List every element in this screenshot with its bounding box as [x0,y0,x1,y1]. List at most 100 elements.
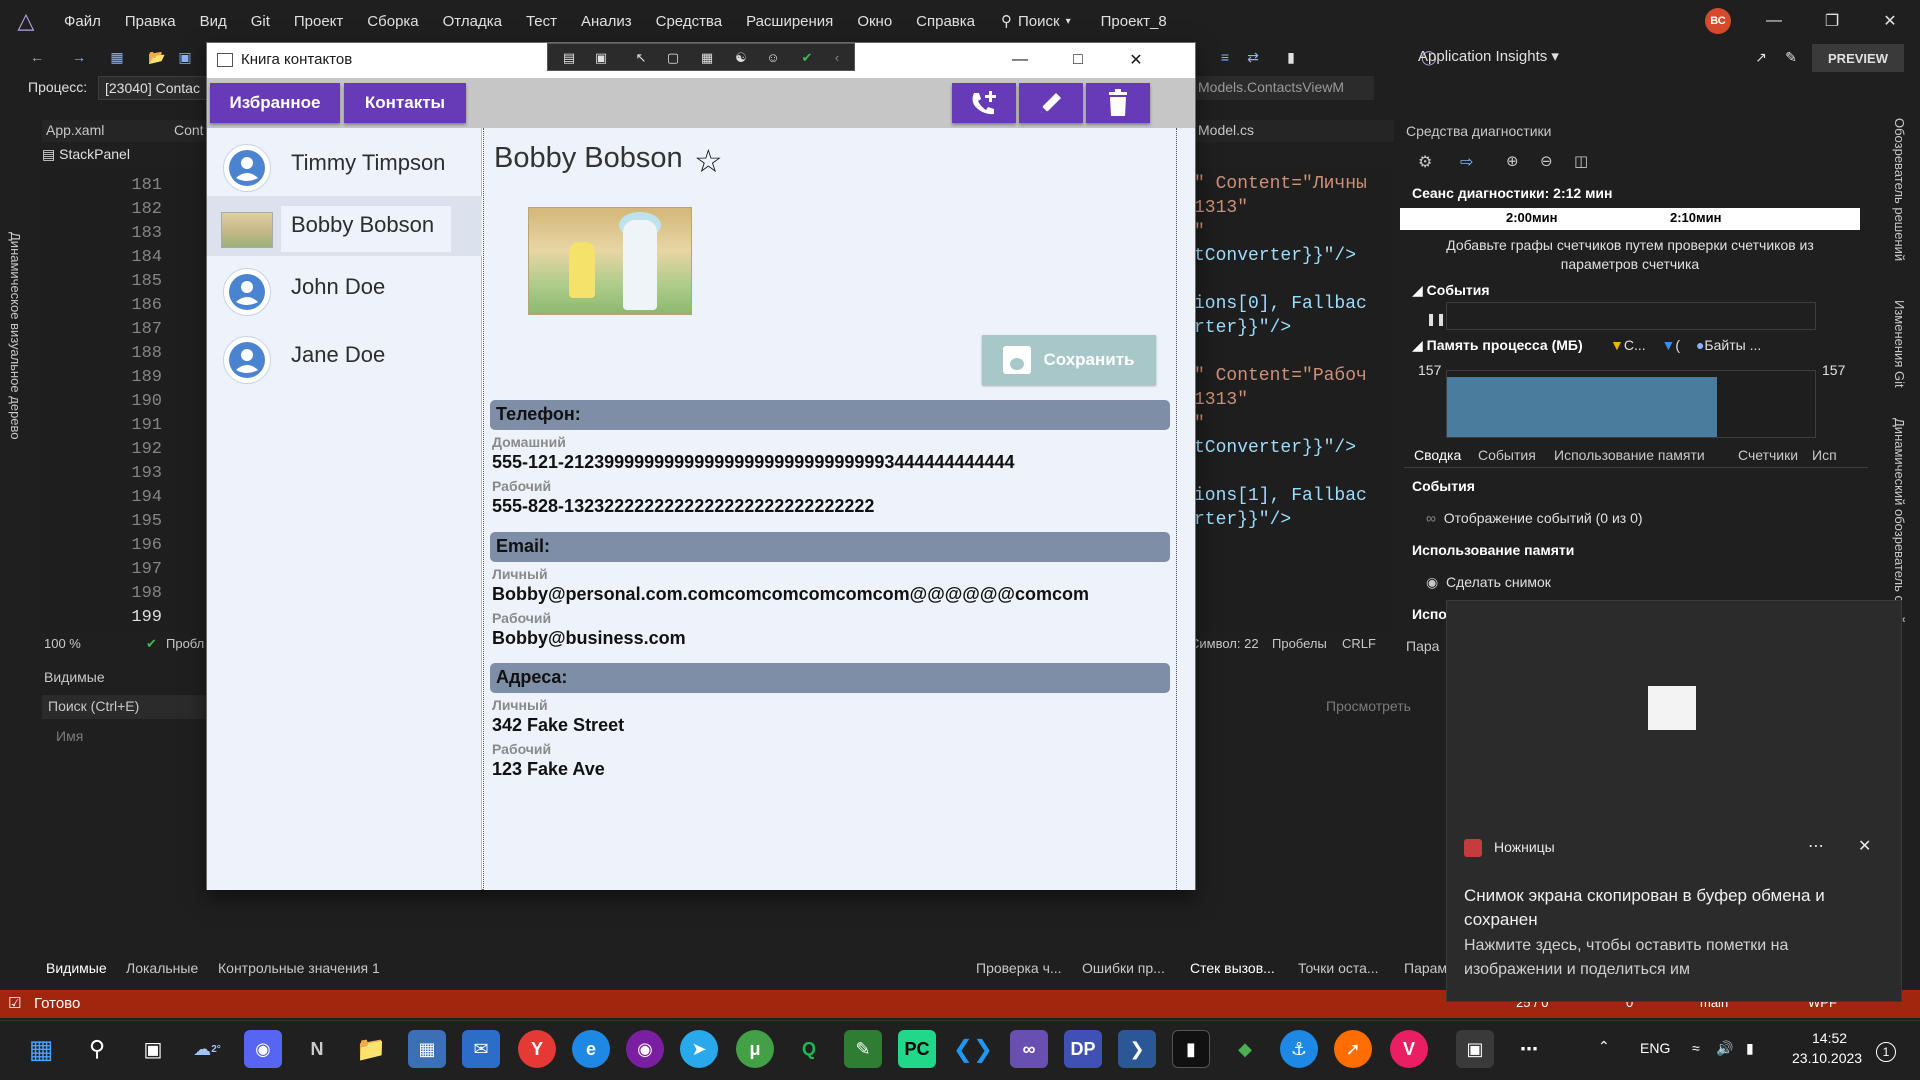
visual-studio-logo-icon[interactable]: △ [0,0,52,42]
restore-icon[interactable]: ❐ [1804,0,1860,42]
menu-test[interactable]: Тест [514,13,569,30]
align-icon[interactable]: ≡ [1216,48,1234,66]
paint-icon[interactable]: ✎ [844,1030,882,1068]
view-button[interactable]: Просмотреть [1326,698,1411,714]
code-editor[interactable]: " Content="Личны 1313" " tConverter}}"/>… [1194,170,1394,630]
close-icon[interactable]: ✕ [1107,43,1165,77]
visual-studio-preview-icon[interactable]: ∞ [1010,1030,1048,1068]
show-events-link[interactable]: ∞ Отображение событий (0 из 0) [1426,510,1643,526]
zoom-dropdown[interactable]: 100 % [44,636,81,651]
mail-icon[interactable]: ✉ [462,1030,500,1068]
memory-section[interactable]: ◢ Память процесса (МБ) [1412,337,1583,354]
clock-date[interactable]: 23.10.2023 [1792,1050,1862,1066]
application-insights-dropdown[interactable]: Application Insights ▾ [1418,47,1559,65]
clock-time[interactable]: 14:52 [1812,1030,1847,1046]
tab-call-stack[interactable]: Стек вызов... [1190,960,1275,976]
docker-icon[interactable]: ⚓ [1280,1030,1318,1068]
battery-icon[interactable]: ▮ [1746,1040,1754,1057]
screenshot-preview[interactable] [1648,686,1696,730]
select-element-icon[interactable]: ↖ [632,49,650,67]
track-focus-icon[interactable]: ▦ [698,49,716,67]
favorites-button[interactable]: Избранное [210,83,340,123]
wifi-icon[interactable]: ≈ [1692,1040,1700,1056]
close-icon[interactable]: ✕ [1862,0,1918,42]
feedback-icon[interactable]: ✎ [1782,48,1800,66]
postman-icon[interactable]: ➚ [1334,1030,1372,1068]
menu-window[interactable]: Окно [845,13,904,30]
avatar[interactable]: ВС [1705,8,1731,34]
accessibility-icon[interactable]: ☺ [764,49,782,67]
menu-project[interactable]: Проект [282,13,355,30]
search-icon[interactable]: ⚲ [78,1030,116,1068]
tab-params[interactable]: Парам [1404,960,1447,976]
task-view-icon[interactable]: ▣ [134,1030,172,1068]
git-changes-tab[interactable]: Изменения Git [1892,300,1907,388]
yandex-browser-icon[interactable]: Y [518,1030,556,1068]
menu-build[interactable]: Сборка [355,13,430,30]
utorrent-icon[interactable]: μ [736,1030,774,1068]
weather-icon[interactable]: ☁ 2° [188,1030,226,1068]
solution-explorer-tab[interactable]: Обозреватель решений [1892,118,1907,261]
whitespace-mode[interactable]: Пробелы [1272,636,1327,651]
file-explorer-icon[interactable]: 📁 [352,1030,390,1068]
tab-locals[interactable]: Локальные [126,960,198,976]
menu-debug[interactable]: Отладка [431,13,514,30]
tab-app-xaml[interactable]: App.xaml [46,122,104,138]
menu-analyze[interactable]: Анализ [569,13,644,30]
binding-failures-icon[interactable]: ☯ [732,49,750,67]
new-project-icon[interactable]: ▦ [108,48,126,66]
forward-icon[interactable]: → [70,48,88,66]
search-input[interactable]: Поиск (Ctrl+E) [42,695,212,719]
git-extensions-icon[interactable]: ◆ [1226,1030,1264,1068]
notification-badge[interactable]: 1 [1876,1042,1896,1062]
favorite-star-icon[interactable]: ☆ [694,142,723,180]
zoom-in-icon[interactable]: ⊕ [1506,152,1519,170]
menu-view[interactable]: Вид [188,13,239,30]
telegram-icon[interactable]: ➤ [680,1030,718,1068]
edge-icon[interactable]: e [572,1030,610,1068]
delete-button[interactable] [1086,83,1150,123]
live-tree-icon[interactable]: ▤ [560,49,578,67]
terminal-icon[interactable]: ▮ [1172,1030,1210,1068]
zoom-out-icon[interactable]: ⊖ [1540,152,1553,170]
tab-spell-check[interactable]: Проверка ч... [976,960,1062,976]
notion-icon[interactable]: N [298,1030,336,1068]
collapse-icon[interactable]: ‹ [828,49,846,67]
save-button[interactable]: Сохранить [982,335,1156,385]
vs-search-button[interactable]: ⚲ Поиск ▾ [1001,12,1071,31]
hot-reload-check-icon[interactable]: ✔ [798,49,816,67]
podcast-icon[interactable]: ◉ [626,1030,664,1068]
format-icon[interactable]: ⇄ [1244,48,1262,66]
minimize-icon[interactable]: — [991,43,1049,77]
live-visual-tree-tab[interactable]: Динамическое визуальное дерево [8,232,23,440]
pause-icon[interactable]: ❚❚ [1426,312,1446,326]
tab-counters[interactable]: Счетчики [1738,447,1798,463]
more-apps-icon[interactable]: ⋯ [1510,1030,1548,1068]
tab-cpu[interactable]: Исп [1812,447,1837,463]
take-snapshot-button[interactable]: ◉ Сделать снимок [1426,574,1551,591]
back-icon[interactable]: ← [28,48,46,66]
tab-summary[interactable]: Сводка [1414,447,1461,463]
contacts-button[interactable]: Контакты [344,83,466,123]
tab-autos[interactable]: Видимые [46,960,107,976]
volume-icon[interactable]: 🔊 [1716,1040,1733,1057]
tab-cont[interactable]: Cont [174,122,204,138]
timeline-ruler[interactable] [1400,208,1860,230]
vivaldi-icon[interactable]: V [1390,1030,1428,1068]
events-section[interactable]: ◢ События [1412,282,1490,299]
process-dropdown[interactable]: [23040] Contac [98,76,208,100]
type-dropdown[interactable]: Models.ContactsViewM [1194,76,1374,100]
list-item[interactable]: Jane Doe [207,326,482,386]
powershell-icon[interactable]: ❯ [1118,1030,1156,1068]
add-contact-button[interactable] [952,83,1016,123]
show-hidden-icons[interactable]: ⌃ [1598,1038,1610,1055]
preview-button[interactable]: PREVIEW [1812,44,1904,72]
breadcrumb[interactable]: ▤ StackPanel [42,146,130,168]
bookmark-icon[interactable]: ▮ [1282,48,1300,66]
issues-label[interactable]: Пробл [166,636,204,651]
menu-tools[interactable]: Средства [644,13,734,30]
tab-errors[interactable]: Ошибки пр... [1082,960,1165,976]
pycharm-icon[interactable]: PC [898,1030,936,1068]
maximize-icon[interactable]: □ [1049,43,1107,77]
open-folder-icon[interactable]: 📂 [148,48,166,66]
